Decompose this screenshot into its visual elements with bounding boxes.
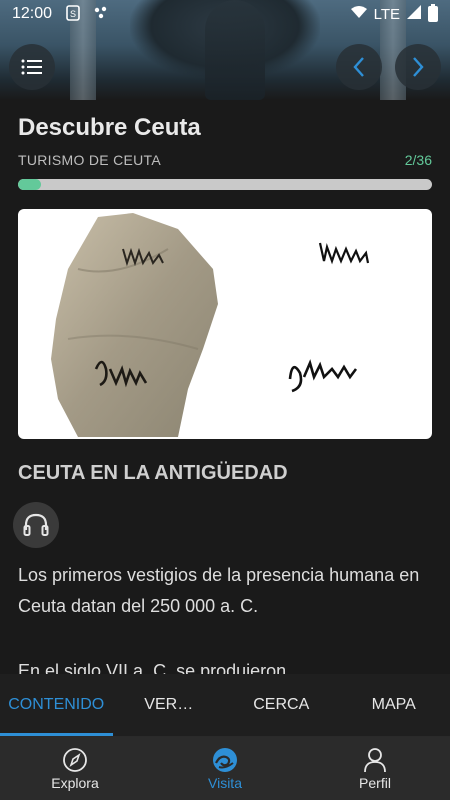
headphones-icon xyxy=(23,513,49,536)
svg-text:S: S xyxy=(70,9,76,19)
nav-label-explora: Explora xyxy=(51,774,99,791)
signal-icon xyxy=(406,4,422,25)
next-button[interactable] xyxy=(395,44,441,90)
section-paragraph-continued: En el siglo VII a. C. se produjeron xyxy=(18,661,287,674)
page-title: Descubre Ceuta xyxy=(18,114,201,141)
dots-icon xyxy=(94,6,110,23)
battery-icon xyxy=(428,4,438,22)
nav-label-perfil: Perfil xyxy=(359,774,391,791)
previous-button[interactable] xyxy=(336,44,382,90)
sim-icon: S xyxy=(66,4,80,24)
progress-bar xyxy=(18,179,432,190)
bottom-navigation: Explora Visita Perfil xyxy=(0,737,450,800)
network-type: LTE xyxy=(373,5,400,23)
person-icon xyxy=(364,747,386,772)
menu-button[interactable] xyxy=(9,44,55,90)
compass-icon xyxy=(63,747,87,772)
content-tabs: CONTENIDO VER… CERCA MAPA xyxy=(0,674,450,737)
nav-item-perfil[interactable]: Perfil xyxy=(300,737,450,800)
nav-item-explora[interactable]: Explora xyxy=(0,737,150,800)
artifact-image[interactable] xyxy=(18,209,432,439)
wave-icon xyxy=(213,747,237,772)
progress-fill xyxy=(18,179,42,190)
chevron-right-icon xyxy=(413,57,424,77)
status-time: 12:00 xyxy=(12,5,53,22)
list-icon xyxy=(21,59,42,75)
ostracon-illustration xyxy=(51,213,370,437)
nav-item-visita[interactable]: Visita xyxy=(150,737,300,800)
nav-label-visita: Visita xyxy=(208,774,242,791)
audio-button[interactable] xyxy=(13,502,59,548)
page-subtitle: TURISMO DE CEUTA xyxy=(18,152,161,168)
wifi-icon xyxy=(350,5,368,24)
status-bar: 12:00 S LTE xyxy=(0,0,450,28)
tab-ver[interactable]: VER… xyxy=(113,674,226,736)
tab-cerca[interactable]: CERCA xyxy=(225,674,338,736)
chevron-left-icon xyxy=(353,57,364,77)
tab-mapa[interactable]: MAPA xyxy=(338,674,450,736)
section-paragraph: Los primeros vestigios de la presencia h… xyxy=(18,565,420,616)
section-title: CEUTA EN LA ANTIGÜEDAD xyxy=(18,462,288,484)
tab-contenido[interactable]: CONTENIDO xyxy=(0,674,113,736)
item-counter: 2/36 xyxy=(404,152,432,168)
